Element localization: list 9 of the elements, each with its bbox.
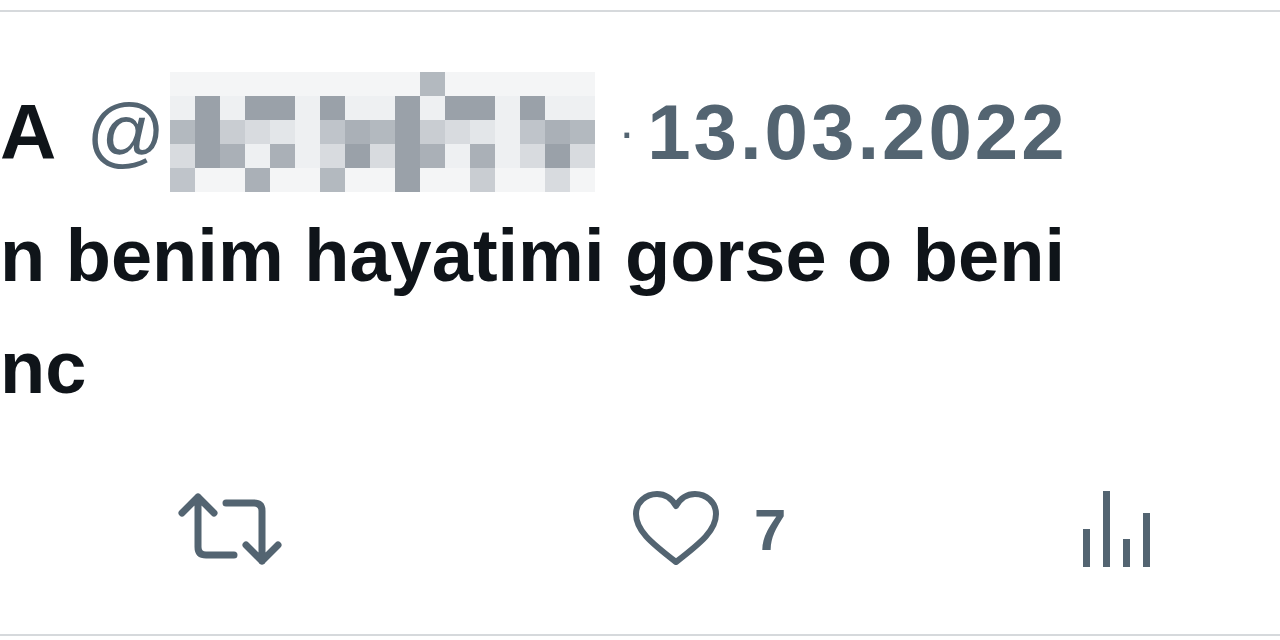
tweet-date: 13.03.2022 bbox=[647, 93, 1068, 171]
separator-dot: · bbox=[618, 107, 636, 157]
heart-icon[interactable] bbox=[632, 490, 720, 568]
like-count: 7 bbox=[754, 495, 787, 564]
tweet-text: nc bbox=[0, 325, 88, 411]
author-name: A bbox=[0, 93, 57, 171]
tweet-text: n benim hayatimi gorse o beni bbox=[0, 213, 1066, 299]
retweet-icon[interactable] bbox=[178, 491, 282, 567]
author-handle: @ bbox=[86, 93, 166, 171]
